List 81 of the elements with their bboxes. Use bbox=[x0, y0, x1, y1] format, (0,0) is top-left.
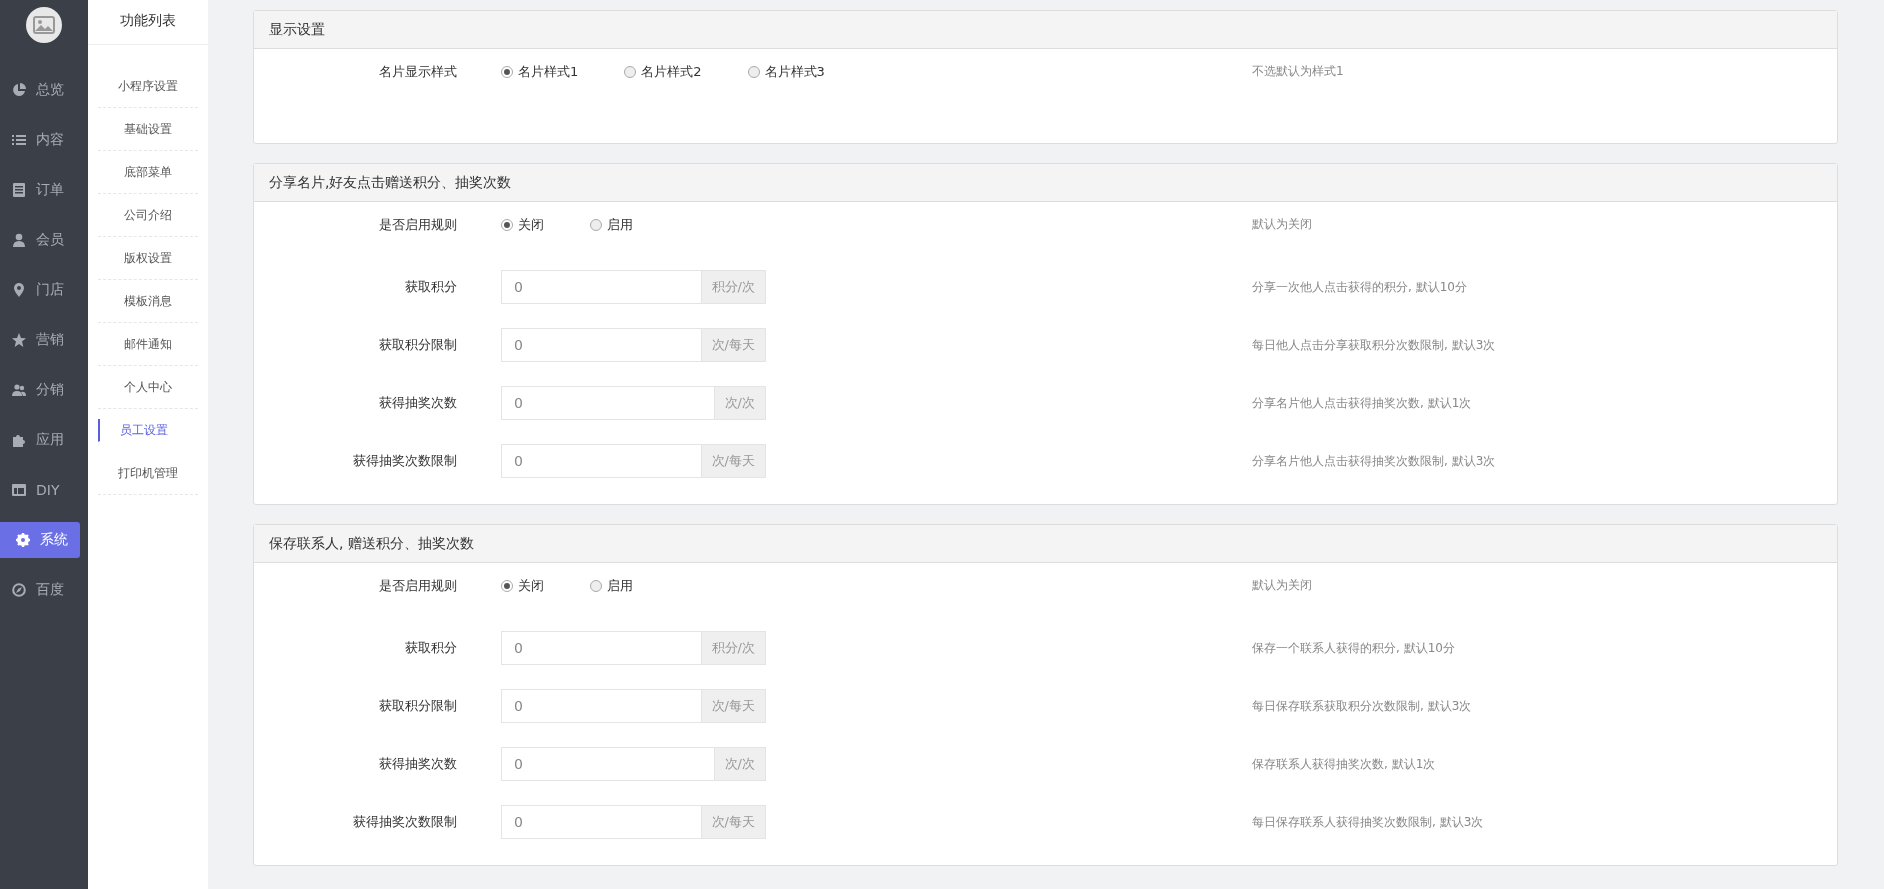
field-hint: 每日他人点击分享获取积分次数限制, 默认3次 bbox=[1252, 336, 1497, 354]
input-field[interactable]: 0 bbox=[501, 444, 701, 478]
field-label: 获取积分限制 bbox=[378, 697, 457, 715]
nav-item[interactable]: 内容 bbox=[0, 122, 80, 158]
nav-item[interactable]: 订单 bbox=[0, 172, 80, 208]
input-field[interactable]: 0 bbox=[501, 689, 701, 723]
radio-option[interactable]: 关闭 bbox=[501, 216, 544, 234]
field-label: 获得抽奖次数 bbox=[378, 394, 457, 412]
radio-option[interactable]: 启用 bbox=[590, 577, 633, 595]
users-icon bbox=[12, 383, 26, 397]
field-label: 名片显示样式 bbox=[378, 63, 457, 81]
pin-icon bbox=[12, 283, 26, 297]
submenu-item[interactable]: 邮件通知 bbox=[98, 323, 198, 366]
unit-addon: 次/次 bbox=[713, 386, 766, 420]
field-label: 获得抽奖次数限制 bbox=[352, 452, 457, 470]
submenu-item[interactable]: 基础设置 bbox=[98, 108, 198, 151]
puzzle-icon bbox=[12, 433, 26, 447]
nav-item[interactable]: 百度 bbox=[0, 572, 80, 608]
radio-option[interactable]: 名片样式2 bbox=[624, 63, 702, 81]
compass-icon bbox=[12, 583, 26, 597]
field-hint: 分享名片他人点击获得抽奖次数, 默认1次 bbox=[1252, 394, 1473, 412]
field-hint: 分享一次他人点击获得的积分, 默认10分 bbox=[1252, 278, 1468, 296]
submenu-item[interactable]: 公司介绍 bbox=[98, 194, 198, 237]
field-hint: 保存一个联系人获得的积分, 默认10分 bbox=[1252, 639, 1456, 657]
field-label: 获取积分限制 bbox=[378, 336, 457, 354]
card-title: 显示设置 bbox=[254, 11, 1837, 49]
nav-item[interactable]: 应用 bbox=[0, 422, 80, 458]
submenu-item[interactable]: 小程序设置 bbox=[98, 65, 198, 108]
submenu-item[interactable]: 员工设置 bbox=[98, 419, 198, 442]
field-hint: 每日保存联系人获得抽奖次数限制, 默认3次 bbox=[1252, 813, 1485, 831]
submenu-item[interactable]: 底部菜单 bbox=[98, 151, 198, 194]
radio-option[interactable]: 名片样式3 bbox=[747, 63, 825, 81]
input-field[interactable]: 0 bbox=[501, 270, 701, 304]
field-label: 获得抽奖次数限制 bbox=[352, 813, 457, 831]
input-field[interactable]: 0 bbox=[501, 805, 701, 839]
input-field[interactable]: 0 bbox=[501, 328, 701, 362]
field-hint: 保存联系人获得抽奖次数, 默认1次 bbox=[1252, 755, 1437, 773]
star-icon bbox=[12, 333, 26, 347]
unit-addon: 次/每天 bbox=[700, 444, 766, 478]
input-field[interactable]: 0 bbox=[501, 747, 714, 781]
unit-addon: 积分/次 bbox=[700, 270, 766, 304]
field-hint: 分享名片他人点击获得抽奖次数限制, 默认3次 bbox=[1252, 452, 1497, 470]
field-label: 获取积分 bbox=[404, 278, 457, 296]
field-hint: 每日保存联系获取积分次数限制, 默认3次 bbox=[1252, 697, 1473, 715]
submenu-item[interactable]: 打印机管理 bbox=[98, 452, 198, 495]
field-hint: 默认为关闭 bbox=[1252, 216, 1313, 233]
input-field[interactable]: 0 bbox=[501, 631, 701, 665]
field-hint: 不选默认为样式1 bbox=[1252, 63, 1345, 80]
field-label: 获取积分 bbox=[404, 639, 457, 657]
radio-option[interactable]: 关闭 bbox=[501, 577, 544, 595]
gear-icon bbox=[16, 533, 30, 547]
field-label: 获得抽奖次数 bbox=[378, 755, 457, 773]
layout-icon bbox=[12, 483, 26, 497]
radio-option[interactable]: 名片样式1 bbox=[501, 63, 579, 81]
submenu-item[interactable]: 个人中心 bbox=[98, 366, 198, 409]
field-label: 是否启用规则 bbox=[378, 216, 457, 234]
card-title: 分享名片,好友点击赠送积分、抽奖次数 bbox=[254, 164, 1837, 202]
pie-icon bbox=[12, 83, 26, 97]
nav-item[interactable]: DIY bbox=[0, 472, 80, 508]
nav-item[interactable]: 营销 bbox=[0, 322, 80, 358]
field-label: 是否启用规则 bbox=[378, 577, 457, 595]
list-icon bbox=[12, 133, 26, 147]
submenu-item[interactable]: 模板消息 bbox=[98, 280, 198, 323]
avatar-icon bbox=[26, 7, 62, 43]
input-field[interactable]: 0 bbox=[501, 386, 714, 420]
nav-item[interactable]: 总览 bbox=[0, 72, 80, 108]
nav-item[interactable]: 门店 bbox=[0, 272, 80, 308]
unit-addon: 次/每天 bbox=[700, 689, 766, 723]
nav-item[interactable]: 系统 bbox=[0, 522, 80, 558]
submenu-item[interactable]: 版权设置 bbox=[98, 237, 198, 280]
user-icon bbox=[12, 233, 26, 247]
card-title: 保存联系人, 赠送积分、抽奖次数 bbox=[254, 525, 1837, 563]
radio-option[interactable]: 启用 bbox=[590, 216, 633, 234]
unit-addon: 积分/次 bbox=[700, 631, 766, 665]
nav-item[interactable]: 分销 bbox=[0, 372, 80, 408]
unit-addon: 次/每天 bbox=[700, 805, 766, 839]
doc-icon bbox=[12, 183, 26, 197]
nav-item[interactable]: 会员 bbox=[0, 222, 80, 258]
unit-addon: 次/次 bbox=[713, 747, 766, 781]
field-hint: 默认为关闭 bbox=[1252, 577, 1313, 594]
unit-addon: 次/每天 bbox=[700, 328, 766, 362]
